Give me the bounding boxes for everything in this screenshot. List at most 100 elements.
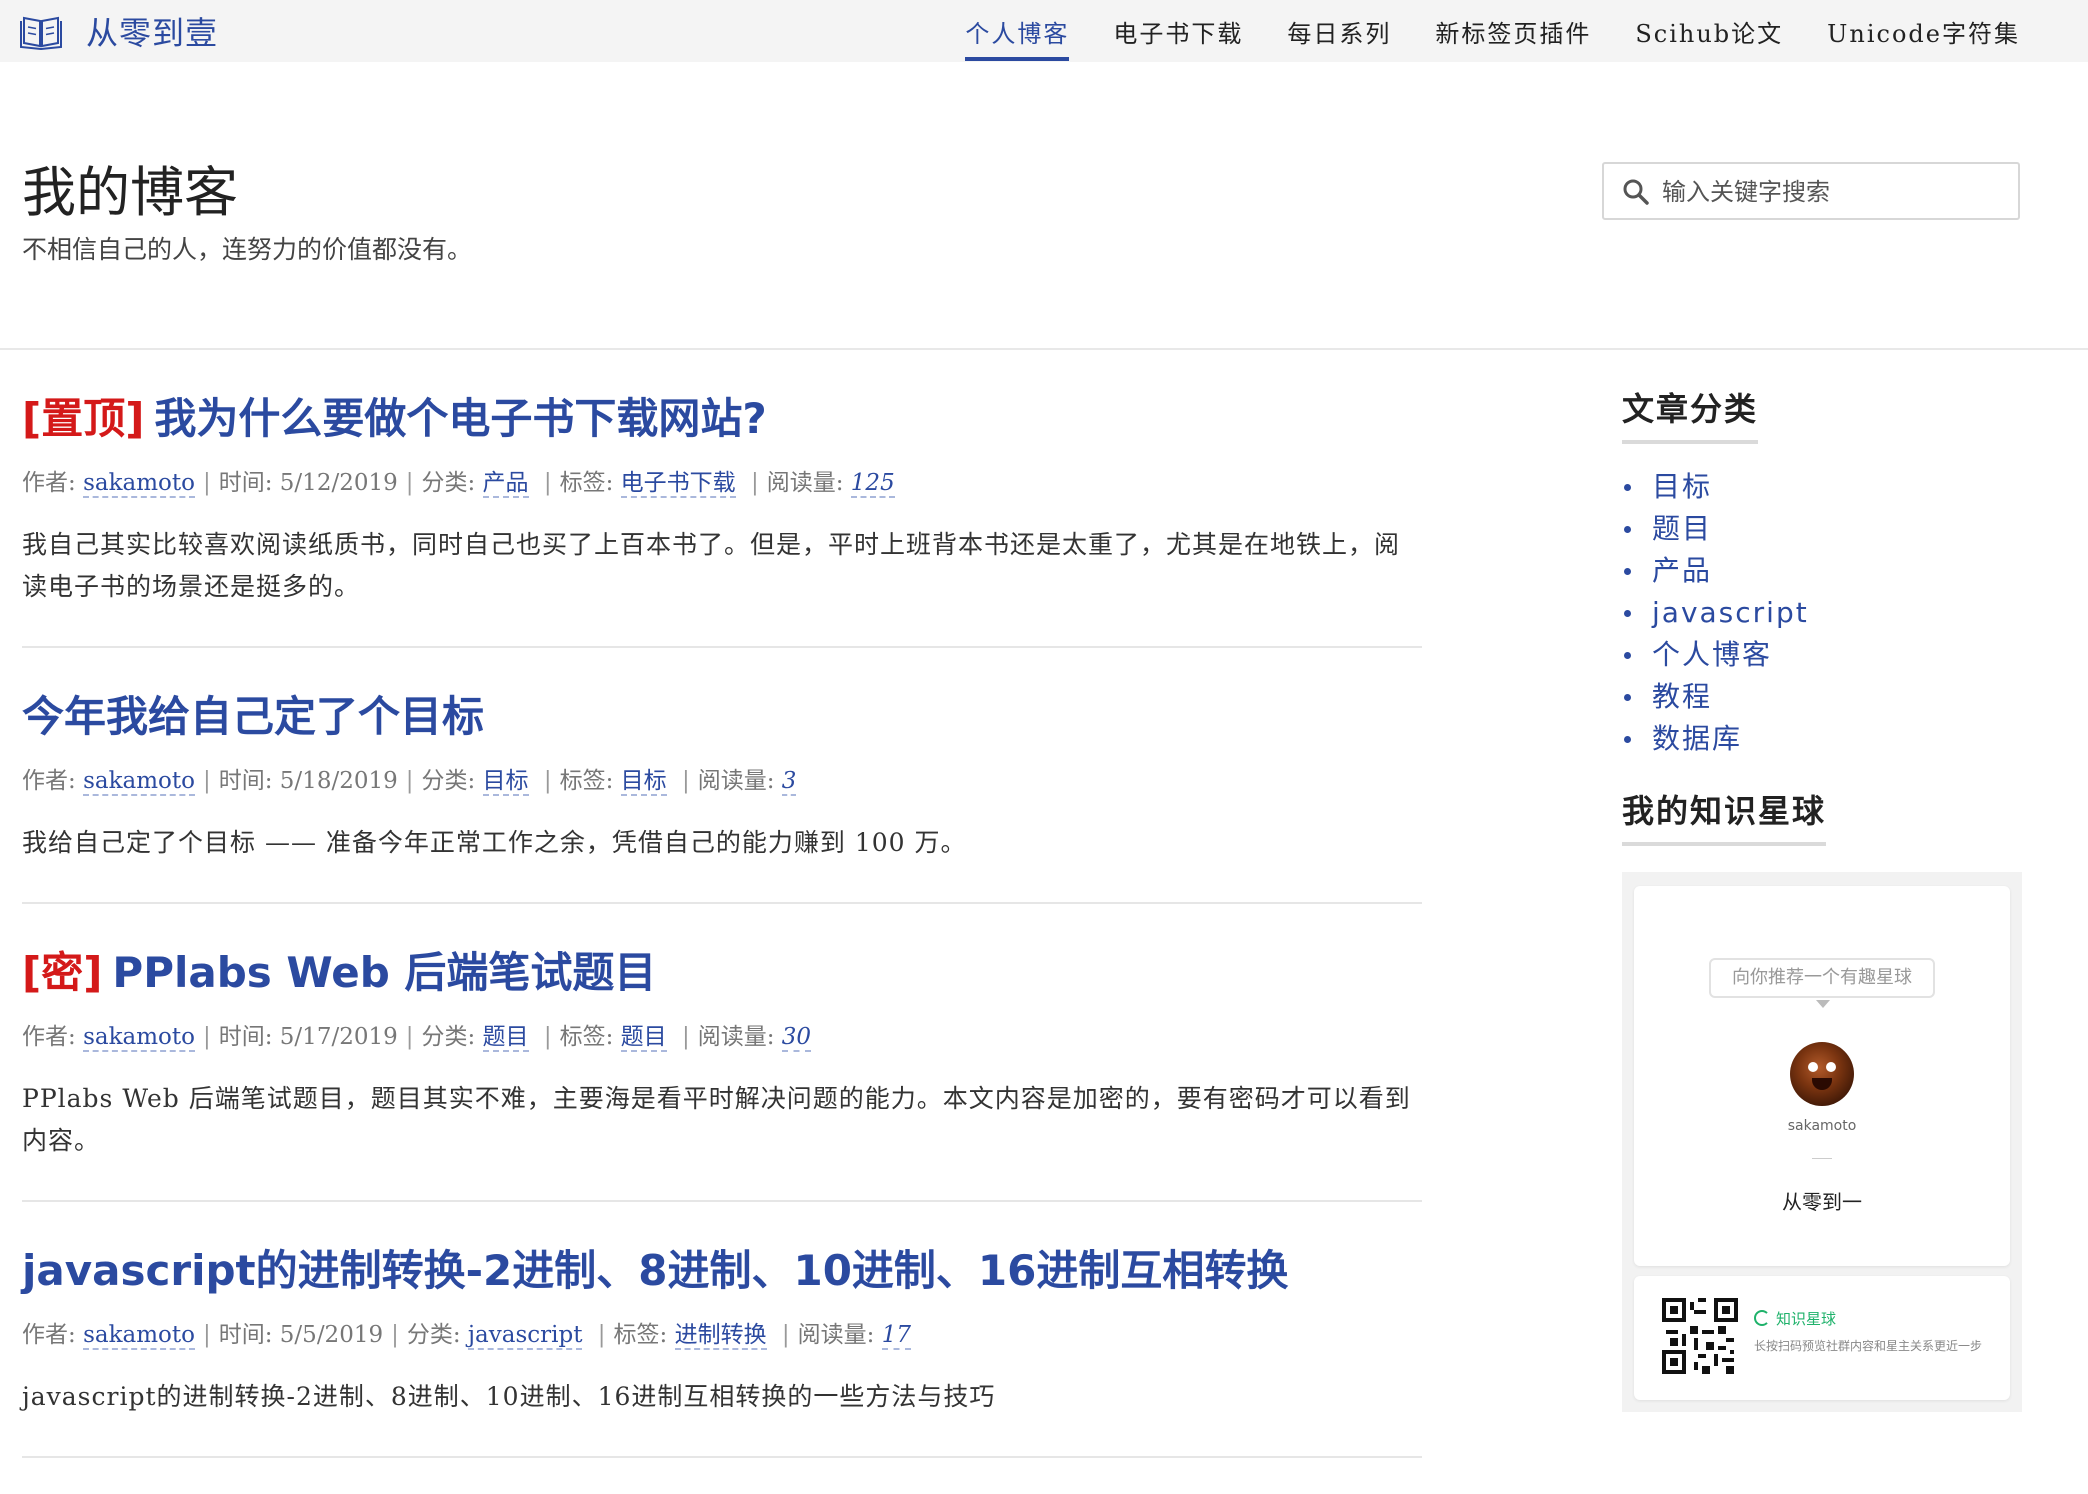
tag-label: 标签: [559, 768, 614, 794]
page-subtitle: 不相信自己的人，连努力的价值都没有。 [22, 235, 473, 264]
time-label: 时间: [218, 768, 273, 794]
sidebar: 文章分类 目标 题目 产品 javascript 个人博客 教程 数据库 我的知… [1622, 384, 2022, 1412]
nav-item-ebook-download[interactable]: 电子书下载 [1113, 6, 1243, 57]
views-label: 阅读量: [697, 768, 775, 794]
post-meta: 作者: sakamoto | 时间: 5/5/2019 | 分类: javascript… [22, 1322, 912, 1350]
nav-item-blog[interactable]: 个人博客 [965, 6, 1070, 61]
nav-item-newtab-extension[interactable]: 新标签页插件 [1435, 6, 1591, 57]
category-item-product[interactable]: 产品 [1652, 554, 1712, 587]
search-box [1602, 162, 2020, 220]
category-link[interactable]: javascript [467, 1322, 583, 1350]
post-title-link[interactable]: 今年我给自己定了个目标 [22, 692, 484, 741]
post-title-link[interactable]: PPlabs Web 后端笔试题目 [112, 948, 656, 997]
category-label: 分类: [406, 1322, 461, 1348]
category-item-questions[interactable]: 题目 [1652, 512, 1712, 545]
top-navbar: 从零到壹 个人博客 电子书下载 每日系列 新标签页插件 Scihub论文 Uni… [0, 0, 2088, 62]
post-title-link[interactable]: javascript的进制转换-2进制、8进制、10进制、16进制互相转换 [22, 1246, 1288, 1295]
category-label: 分类: [421, 470, 476, 496]
post-item: 今年我给自己定了个目标 作者: sakamoto | 时间: 5/18/2019 | 分… [22, 684, 1422, 904]
category-label: 分类: [421, 1024, 476, 1050]
brand-name: 从零到壹 [86, 14, 219, 52]
post-excerpt: javascript的进制转换-2进制、8进制、10进制、16进制互相转换的一些… [22, 1382, 996, 1411]
planet-description: 长按扫码预览社群内容和星主关系更近一步 [1754, 1339, 1983, 1353]
view-count[interactable]: 125 [850, 470, 895, 498]
post-date: 5/5/2019 [279, 1322, 384, 1348]
post-meta: 作者: sakamoto | 时间: 5/18/2019 | 分类: 目标 | 标签: 目… [22, 768, 797, 796]
time-label: 时间: [218, 1024, 273, 1050]
category-item-database[interactable]: 数据库 [1652, 722, 1742, 755]
time-label: 时间: [218, 470, 273, 496]
recommend-bubble: 向你推荐一个有趣星球 [1709, 958, 1935, 1008]
post-title: [置顶] 我为什么要做个电子书下载网站? [22, 386, 1422, 452]
view-count[interactable]: 30 [781, 1024, 812, 1052]
category-item-tutorial[interactable]: 教程 [1652, 680, 1712, 713]
category-item-goal[interactable]: 目标 [1652, 470, 1712, 503]
planet-title: 我的知识星球 [1622, 786, 1827, 846]
avatar [1790, 1042, 1854, 1106]
post-excerpt: 我自己其实比较喜欢阅读纸质书，同时自己也买了上百本书了。但是，平时上班背本书还是… [22, 530, 1401, 601]
category-label: 分类: [421, 768, 476, 794]
category-item: 数据库 [1622, 718, 2022, 760]
author-link[interactable]: sakamoto [83, 1322, 195, 1350]
post-item: [置顶] 我为什么要做个电子书下载网站? 作者: sakamoto | 时间: 5/1… [22, 386, 1422, 648]
planet-card: 向你推荐一个有趣星球 sakamoto 从零到一 [1634, 886, 2010, 1266]
author-label: 作者: [22, 1322, 76, 1348]
nav-item-scihub[interactable]: Scihub论文 [1635, 6, 1783, 57]
search-input[interactable] [1660, 170, 2004, 214]
planet-app-name: 知识星球 [1754, 1308, 1836, 1329]
category-item: 题目 [1622, 508, 2022, 550]
tag-label: 标签: [559, 1024, 614, 1050]
author-link[interactable]: sakamoto [83, 470, 195, 498]
nav-item-daily-series[interactable]: 每日系列 [1287, 6, 1391, 57]
view-count[interactable]: 3 [781, 768, 797, 796]
tag-link[interactable]: 电子书下载 [620, 470, 736, 498]
post-item: [密] PPlabs Web 后端笔试题目 作者: sakamoto | 时间: 5/… [22, 940, 1422, 1202]
views-label: 阅读量: [797, 1322, 875, 1348]
qr-code-icon [1662, 1298, 1738, 1374]
category-item: 教程 [1622, 676, 2022, 718]
post-meta: 作者: sakamoto | 时间: 5/12/2019 | 分类: 产品 | 标签: 电… [22, 470, 895, 498]
category-item: 目标 [1622, 466, 2022, 508]
open-book-icon [20, 16, 62, 50]
views-label: 阅读量: [697, 1024, 775, 1050]
author-label: 作者: [22, 1024, 76, 1050]
tag-link[interactable]: 进制转换 [674, 1322, 767, 1350]
category-link[interactable]: 题目 [482, 1024, 529, 1052]
knowledge-planet-widget[interactable]: 向你推荐一个有趣星球 sakamoto 从零到一 知识星球 长按扫码预览社群内容… [1622, 872, 2022, 1412]
divider [1812, 1158, 1832, 1159]
post-item: javascript的进制转换-2进制、8进制、10进制、16进制互相转换 作者… [22, 1238, 1422, 1458]
views-label: 阅读量: [766, 470, 844, 496]
author-label: 作者: [22, 470, 76, 496]
tag-label: 标签: [559, 470, 614, 496]
tag-label: 标签: [613, 1322, 668, 1348]
category-link[interactable]: 目标 [482, 768, 529, 796]
post-excerpt: PPlabs Web 后端笔试题目，题目其实不难，主要海是看平时解决问题的能力。… [22, 1084, 1411, 1155]
category-list: 目标 题目 产品 javascript 个人博客 教程 数据库 [1622, 466, 2022, 760]
tag-link[interactable]: 目标 [620, 768, 667, 796]
post-date: 5/12/2019 [279, 470, 398, 496]
post-date: 5/18/2019 [279, 768, 398, 794]
post-title: [密] PPlabs Web 后端笔试题目 [22, 940, 1422, 1006]
post-title: javascript的进制转换-2进制、8进制、10进制、16进制互相转换 [22, 1238, 1422, 1304]
nav-item-unicode[interactable]: Unicode字符集 [1827, 6, 2020, 57]
author-link[interactable]: sakamoto [83, 1024, 195, 1052]
post-meta: 作者: sakamoto | 时间: 5/17/2019 | 分类: 题目 | 标签: 题… [22, 1024, 812, 1052]
post-list: [置顶] 我为什么要做个电子书下载网站? 作者: sakamoto | 时间: 5/1… [22, 386, 1422, 1494]
brand-logo-link[interactable]: 从零到壹 [20, 8, 218, 54]
search-icon[interactable] [1622, 178, 1650, 206]
main-nav: 个人博客 电子书下载 每日系列 新标签页插件 Scihub论文 Unicode字… [965, 0, 2020, 62]
view-count[interactable]: 17 [881, 1322, 912, 1350]
page-title: 我的博客 [22, 161, 238, 224]
tag-link[interactable]: 题目 [620, 1024, 667, 1052]
category-item-javascript[interactable]: javascript [1652, 596, 1809, 629]
post-title: 今年我给自己定了个目标 [22, 684, 1422, 750]
post-excerpt: 我给自己定了个目标 —— 准备今年正常工作之余，凭借自己的能力赚到 100 万。 [22, 828, 967, 857]
author-label: 作者: [22, 768, 76, 794]
post-title-link[interactable]: 我为什么要做个电子书下载网站? [154, 394, 766, 443]
planet-owner-name: sakamoto [1787, 1118, 1857, 1134]
category-item: 个人博客 [1622, 634, 2022, 676]
category-item-blog[interactable]: 个人博客 [1652, 638, 1772, 671]
category-link[interactable]: 产品 [482, 470, 529, 498]
categories-title: 文章分类 [1622, 384, 1759, 444]
author-link[interactable]: sakamoto [83, 768, 195, 796]
